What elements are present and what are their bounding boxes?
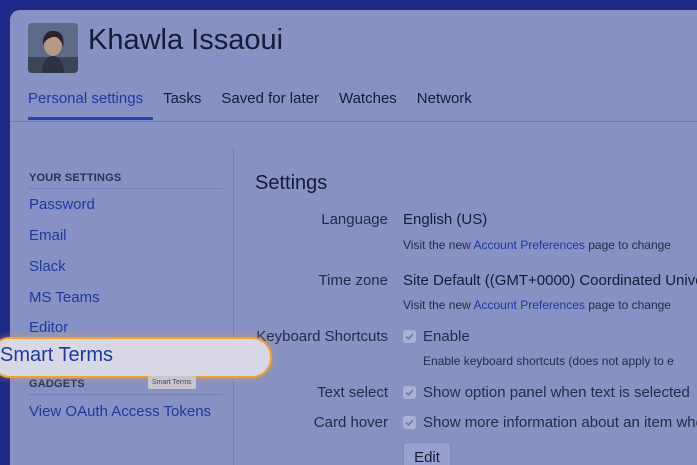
tab-saved-for-later[interactable]: Saved for later: [221, 90, 319, 107]
keyboard-shortcuts-label: Keyboard Shortcuts: [256, 328, 388, 345]
timezone-value: Site Default ((GMT+0000) Coordinated Uni…: [403, 272, 697, 289]
settings-title: Settings: [255, 172, 328, 194]
keyboard-shortcuts-enable: Enable: [423, 328, 470, 345]
settings-page: Khawla Issaoui Personal settings Tasks S…: [10, 10, 697, 465]
tab-personal-settings[interactable]: Personal settings: [28, 90, 154, 120]
language-value: English (US): [403, 211, 488, 228]
timezone-hint-prefix: Visit the new: [403, 298, 474, 312]
checkmark-icon: [405, 389, 414, 397]
sidebar-item-password[interactable]: Password: [29, 196, 95, 213]
sidebar-item-editor[interactable]: Editor: [29, 319, 68, 336]
settings-tabs: Personal settings Tasks Saved for later …: [28, 90, 492, 120]
account-preferences-link[interactable]: Account Preferences: [474, 238, 585, 252]
timezone-label: Time zone: [318, 272, 388, 289]
column-divider: [233, 147, 234, 465]
tab-network[interactable]: Network: [417, 90, 472, 107]
profile-name: Khawla Issaoui: [88, 24, 284, 56]
language-label: Language: [321, 211, 388, 228]
tab-watches[interactable]: Watches: [339, 90, 397, 107]
sidebar-item-slack[interactable]: Slack: [29, 258, 66, 275]
sidebar-item-ms-teams[interactable]: MS Teams: [29, 289, 100, 306]
tab-tasks[interactable]: Tasks: [163, 90, 201, 107]
checkmark-icon: [405, 419, 414, 427]
sidebar-item-smart-terms[interactable]: Smart Terms: [0, 344, 113, 367]
your-settings-divider: [29, 188, 223, 189]
gadgets-divider: [29, 394, 223, 395]
timezone-hint: Visit the new Account Preferences page t…: [403, 298, 671, 312]
text-select-label: Text select: [317, 384, 388, 401]
card-hover-checkbox[interactable]: [403, 416, 416, 429]
timezone-hint-suffix: page to change: [584, 298, 671, 312]
keyboard-shortcuts-checkbox[interactable]: [403, 330, 416, 343]
checkmark-icon: [405, 333, 414, 341]
card-hover-option: Show more information about an item whe: [423, 414, 697, 431]
language-hint: Visit the new Account Preferences page t…: [403, 238, 671, 252]
account-preferences-link-2[interactable]: Account Preferences: [474, 298, 585, 312]
language-hint-suffix: page to change: [584, 238, 671, 252]
gadgets-heading: GADGETS: [29, 378, 85, 390]
text-select-option: Show option panel when text is selected: [423, 384, 690, 401]
edit-button[interactable]: Edit: [403, 442, 451, 465]
text-select-checkbox[interactable]: [403, 386, 416, 399]
keyboard-shortcuts-hint: Enable keyboard shortcuts (does not appl…: [423, 354, 674, 368]
sidebar-item-oauth-tokens[interactable]: View OAuth Access Tokens: [29, 403, 211, 420]
smart-terms-tooltip: Smart Terms: [148, 376, 196, 389]
tabs-divider: [10, 121, 697, 122]
language-hint-prefix: Visit the new: [403, 238, 474, 252]
your-settings-heading: YOUR SETTINGS: [29, 172, 122, 184]
user-avatar-icon: [28, 23, 78, 73]
sidebar-item-email[interactable]: Email: [29, 227, 67, 244]
card-hover-label: Card hover: [313, 414, 388, 431]
